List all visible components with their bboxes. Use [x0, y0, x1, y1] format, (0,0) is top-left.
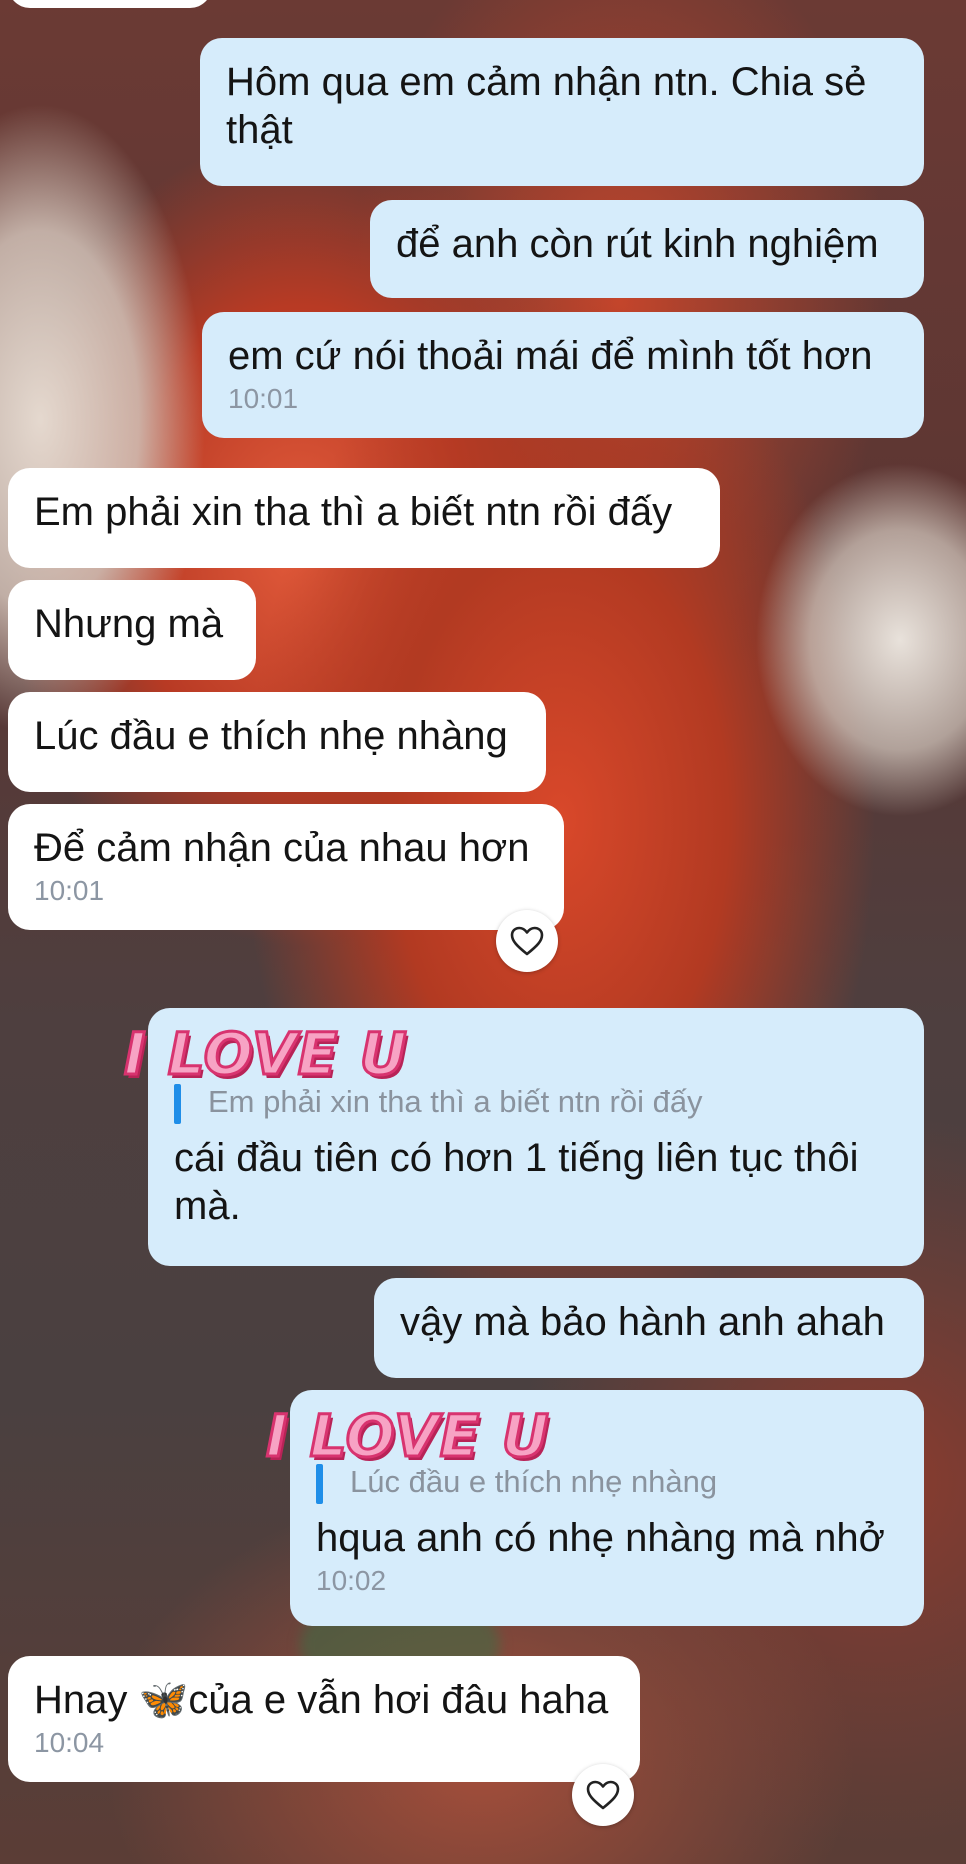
message-timestamp: 10:01: [34, 875, 105, 906]
previous-message-bubble[interactable]: [8, 0, 212, 8]
quoted-message: Em phải xin tha thì a biết ntn rồi đấy: [174, 1082, 898, 1124]
butterfly-emoji: 🦋: [138, 1678, 189, 1722]
message-bubble-outgoing[interactable]: vậy mà bảo hành anh ahah: [374, 1278, 924, 1378]
message-bubble-incoming[interactable]: Em phải xin tha thì a biết ntn rồi đấy: [8, 468, 720, 568]
message-text: Lúc đầu e thích nhẹ nhàng: [34, 714, 508, 758]
reaction-button[interactable]: [572, 1764, 634, 1826]
message-bubble-outgoing[interactable]: em cứ nói thoải mái để mình tốt hơn 10:0…: [202, 312, 924, 438]
message-text: Để cảm nhận của nhau hơn: [34, 826, 530, 870]
message-text: Hôm qua em cảm nhận ntn. Chia sẻ thật: [226, 60, 867, 152]
message-bubble-outgoing[interactable]: để anh còn rút kinh nghiệm: [370, 200, 924, 298]
love-sticker: I LOVE U: [123, 1019, 409, 1090]
message-bubble-incoming[interactable]: Để cảm nhận của nhau hơn 10:01: [8, 804, 564, 930]
love-sticker: I LOVE U: [265, 1401, 551, 1472]
heart-outline-icon: [510, 926, 544, 956]
message-text: vậy mà bảo hành anh ahah: [400, 1300, 885, 1344]
message-text: Nhưng mà: [34, 602, 224, 646]
message-text: để anh còn rút kinh nghiệm: [396, 222, 879, 266]
message-bubble-incoming[interactable]: Nhưng mà: [8, 580, 256, 680]
message-bubble-outgoing[interactable]: Hôm qua em cảm nhận ntn. Chia sẻ thật: [200, 38, 924, 186]
message-bubble-incoming[interactable]: Hnay 🦋của e vẫn hơi đâu haha 10:04: [8, 1656, 640, 1782]
reaction-button[interactable]: [496, 910, 558, 972]
message-timestamp: 10:02: [316, 1565, 387, 1596]
heart-outline-icon: [586, 1780, 620, 1810]
message-bubble-incoming[interactable]: Lúc đầu e thích nhẹ nhàng: [8, 692, 546, 792]
message-text-part: Hnay: [34, 1678, 139, 1722]
message-text: hqua anh có nhẹ nhàng mà nhở: [316, 1516, 885, 1560]
message-text: em cứ nói thoải mái để mình tốt hơn: [228, 334, 873, 378]
message-timestamp: 10:04: [34, 1727, 105, 1758]
message-text: Em phải xin tha thì a biết ntn rồi đấy: [34, 490, 673, 534]
message-text: cái đầu tiên có hơn 1 tiếng liên tục thô…: [174, 1136, 859, 1228]
message-text-part: của e vẫn hơi đâu haha: [188, 1678, 609, 1722]
message-timestamp: 10:01: [228, 383, 299, 414]
